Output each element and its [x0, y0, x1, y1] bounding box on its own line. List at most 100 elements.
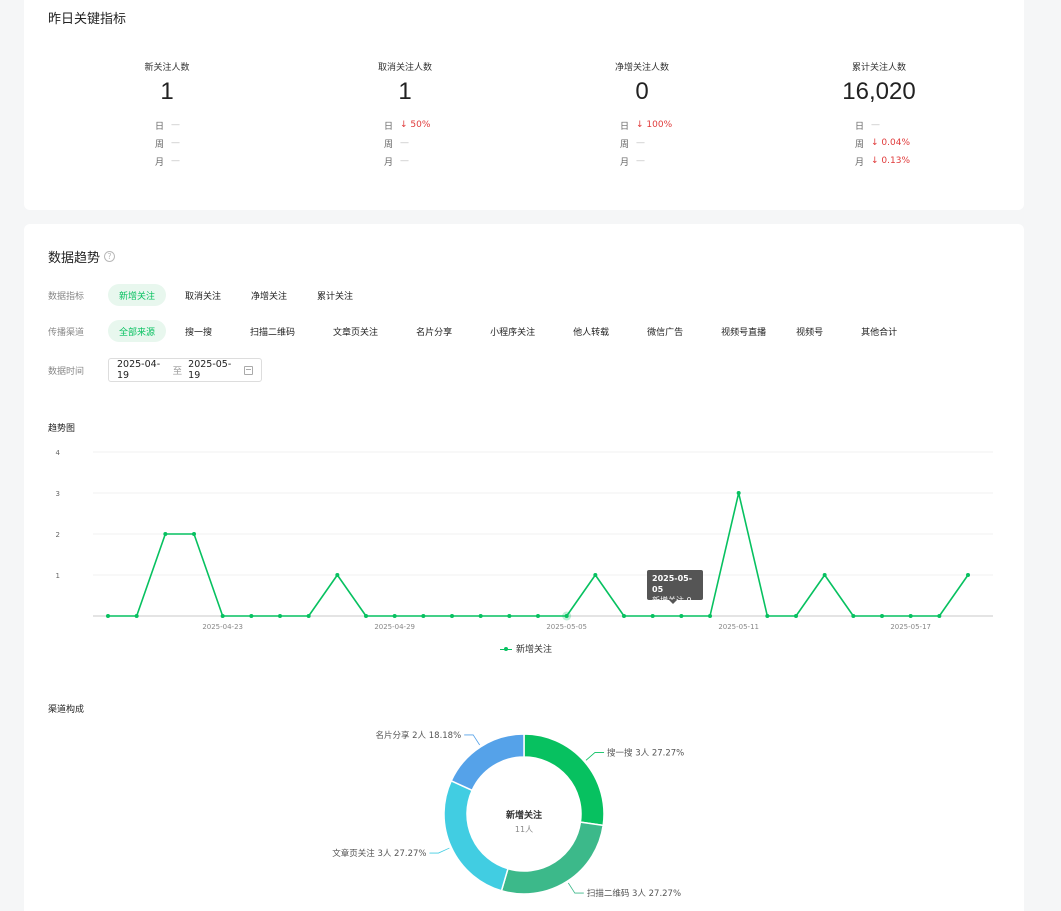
y-tick-label: 3	[56, 490, 60, 498]
kpi-row-month: 月 —	[620, 156, 645, 168]
kpi-value: 0	[635, 78, 649, 105]
data-point	[306, 614, 311, 618]
kpi-new-followers: 新关注人数 1 日 — 周 — 月 —	[57, 60, 277, 170]
data-point	[134, 614, 139, 618]
data-point	[335, 573, 340, 577]
legend-line-marker	[500, 646, 512, 652]
kpi-row-month: 月 —	[155, 156, 180, 168]
date-range-picker[interactable]: 2025-04-19 至 2025-05-19	[108, 358, 262, 382]
channel-chip-repost[interactable]: 他人转载	[562, 320, 620, 342]
data-point	[822, 573, 827, 577]
y-tick-label: 4	[56, 449, 61, 457]
channel-chip-others[interactable]: 其他合计	[850, 320, 908, 342]
data-point	[163, 532, 168, 536]
x-tick-label: 2025-05-05	[546, 623, 587, 630]
channel-chart-label: 渠道构成	[48, 705, 85, 715]
data-point	[650, 614, 655, 618]
channel-chip-wechat-ads[interactable]: 微信广告	[636, 320, 694, 342]
y-tick-label: 2	[56, 531, 60, 539]
kpi-value: 1	[160, 78, 174, 105]
kpi-row-day: 日 —	[155, 120, 180, 132]
channel-chip-all[interactable]: 全部来源	[108, 320, 167, 342]
kpi-label: 取消关注人数	[377, 63, 432, 73]
channel-chip-channels[interactable]: 视频号	[785, 320, 834, 342]
donut-slice-label: 搜一搜 3人 27.27%	[607, 747, 684, 758]
date-filter-label: 数据时间	[48, 366, 85, 377]
kpi-row-day: 日 —	[855, 120, 880, 132]
channel-chip-article[interactable]: 文章页关注	[322, 320, 389, 342]
x-tick-label: 2025-05-17	[890, 623, 931, 630]
data-point	[908, 614, 913, 618]
channel-chip-card-share[interactable]: 名片分享	[405, 320, 463, 342]
data-trend-title-text: 数据趋势	[48, 251, 101, 266]
data-point	[679, 614, 684, 618]
channel-filter-label: 传播渠道	[48, 327, 85, 338]
kpi-unfollows: 取消关注人数 1 日 ↓ 50% 周 — 月 —	[295, 60, 515, 170]
donut-center-title: 新增关注	[505, 811, 542, 821]
metric-chip-net[interactable]: 净增关注	[240, 284, 298, 306]
metric-filter-row: 数据指标 新增关注 取消关注 净增关注 累计关注	[48, 284, 372, 306]
data-point	[966, 573, 970, 577]
channel-chip-miniprogram[interactable]: 小程序关注	[479, 320, 546, 342]
x-tick-label: 2025-04-23	[202, 623, 243, 630]
kpi-row-week: 周 —	[384, 138, 409, 150]
metric-filter-label: 数据指标	[48, 291, 85, 302]
tooltip-value: 新增关注 0	[652, 596, 692, 605]
kpi-net-followers: 净增关注人数 0 日 ↓ 100% 周 — 月 —	[532, 60, 752, 170]
donut-leader-line	[429, 847, 450, 854]
data-point	[249, 614, 254, 618]
y-tick-label: 1	[56, 572, 60, 580]
kpi-row-week: 周 —	[155, 138, 180, 150]
data-point	[851, 614, 856, 618]
donut-slice	[450, 733, 525, 792]
channel-filter-row: 传播渠道 全部来源 搜一搜 扫描二维码 文章页关注 名片分享 小程序关注 他人转…	[48, 320, 916, 342]
x-tick-label: 2025-05-11	[718, 623, 759, 630]
channel-chip-channels-live[interactable]: 视频号直播	[710, 320, 777, 342]
data-point	[220, 614, 225, 618]
metric-chip-unfollow[interactable]: 取消关注	[174, 284, 232, 306]
legend-label: 新增关注	[516, 645, 553, 655]
data-point	[564, 614, 569, 618]
data-point	[937, 614, 942, 618]
channel-chip-qrcode[interactable]: 扫描二维码	[239, 320, 306, 342]
donut-slice-label: 名片分享 2人 18.18%	[375, 730, 461, 741]
donut-leader-line	[464, 734, 481, 746]
kpi-row-month: 月 —	[384, 156, 409, 168]
data-point	[106, 614, 110, 618]
data-point	[192, 532, 196, 536]
channel-chip-search[interactable]: 搜一搜	[174, 320, 223, 342]
calendar-icon[interactable]	[243, 365, 253, 375]
kpi-row-day: 日 ↓ 100%	[620, 120, 673, 132]
data-point	[278, 614, 282, 618]
donut-leader-line	[585, 752, 605, 761]
donut-leader-line	[567, 882, 584, 894]
kpi-label: 净增关注人数	[614, 63, 669, 73]
date-end[interactable]: 2025-05-19	[188, 359, 238, 381]
date-start[interactable]: 2025-04-19	[117, 359, 167, 381]
question-circle-icon[interactable]: ?	[104, 251, 116, 262]
kpi-row-month: 月 ↓ 0.13%	[855, 156, 910, 168]
chart-tooltip: 2025-05-05 新增关注 0	[647, 570, 703, 605]
data-point	[478, 614, 483, 618]
trend-chart-label: 趋势图	[48, 424, 76, 434]
chart-legend[interactable]: 新增关注	[500, 642, 552, 655]
trend-line-chart: 1 2 3 4 2025-04-23 2025-04-29 2025-05-05 2025-0…	[56, 449, 993, 630]
data-point	[536, 614, 540, 618]
metric-chip-total[interactable]: 累计关注	[306, 284, 364, 306]
kpi-row-day: 日 ↓ 50%	[384, 120, 431, 132]
donut-slice	[443, 779, 509, 892]
donut-slice-label: 文章页关注 3人 27.27%	[332, 848, 426, 859]
metric-chip-new[interactable]: 新增关注	[108, 284, 167, 306]
x-tick-label: 2025-04-29	[374, 623, 415, 630]
kpi-total-followers: 累计关注人数 16,020 日 — 周 ↓ 0.04% 月 ↓ 0.13%	[769, 60, 989, 170]
data-point	[880, 614, 884, 618]
kpi-row-week: 周 ↓ 0.04%	[855, 138, 910, 150]
kpi-value: 1	[398, 78, 412, 105]
data-point	[794, 614, 798, 618]
kpi-value: 16,020	[842, 78, 916, 105]
donut-center-value: 11人	[514, 825, 534, 834]
date-filter-row: 数据时间 2025-04-19 至 2025-05-19	[48, 358, 262, 382]
donut-center: 新增关注 11人	[494, 808, 554, 835]
key-metrics-card: 昨日关键指标 新关注人数 1 日 — 周 — 月 — 取消关注人数 1 日 ↓ 50% …	[24, 0, 1024, 210]
kpi-label: 新关注人数	[144, 63, 190, 73]
